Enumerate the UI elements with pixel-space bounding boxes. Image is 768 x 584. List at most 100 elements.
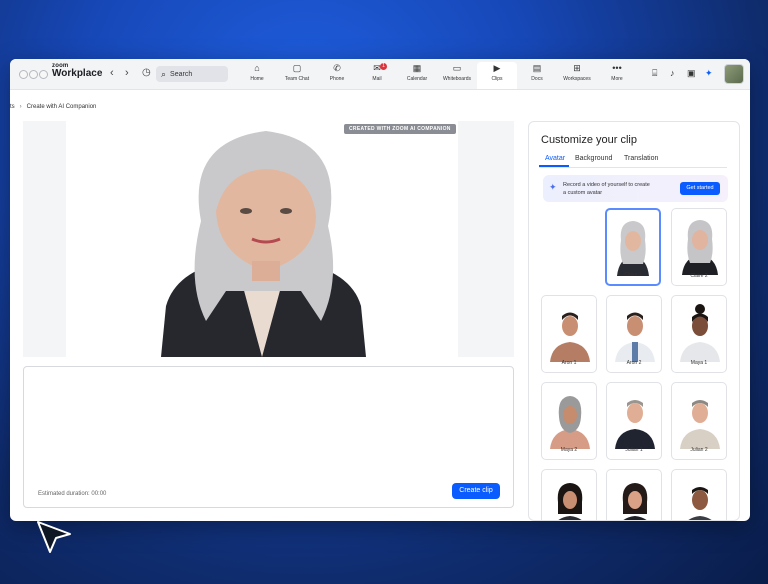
bell-icon[interactable]: ♪ bbox=[670, 68, 675, 78]
archive-icon[interactable]: ⌸ bbox=[652, 68, 657, 79]
avatar-card-11[interactable] bbox=[671, 469, 727, 520]
avatar-thumbnail bbox=[622, 483, 648, 520]
avatar-name: Claire 1 bbox=[624, 272, 642, 278]
screen-share-icon[interactable]: ▣ bbox=[687, 68, 696, 79]
avatar-name: Aron 2 bbox=[626, 360, 642, 366]
search-icon: ⌕ bbox=[161, 68, 167, 79]
tab-workspaces[interactable]: ⊞ Workspaces bbox=[557, 62, 597, 87]
avatar-card-julian-2[interactable]: Julian 2 bbox=[671, 382, 727, 460]
tab-clips[interactable]: ▶ Clips bbox=[477, 62, 517, 89]
clips-icon: ▶ bbox=[493, 63, 501, 73]
tab-calendar[interactable]: ▦ Calendar bbox=[397, 62, 437, 87]
avatar-card-maya-1[interactable]: Maya 1 bbox=[671, 295, 727, 373]
window-close-dot[interactable] bbox=[19, 70, 28, 79]
avatar-name: Julian 1 bbox=[625, 447, 643, 453]
history-icon[interactable]: ◷ bbox=[142, 67, 151, 78]
docs-icon: ▤ bbox=[532, 63, 542, 73]
tab-label: Home bbox=[250, 76, 264, 82]
window-minimize-dot[interactable] bbox=[29, 70, 38, 79]
whiteboard-icon: ▭ bbox=[452, 63, 462, 73]
avatar-card-10[interactable] bbox=[606, 469, 662, 520]
avatar-card-claire-2[interactable]: Claire 2 bbox=[671, 208, 727, 286]
tab-label: Clips bbox=[491, 76, 503, 82]
custom-avatar-promo: ✦ Record a video of yourself to create a… bbox=[543, 175, 728, 202]
tab-translation[interactable]: Translation bbox=[624, 155, 658, 162]
avatar-card-maya-2[interactable]: Maya 2 bbox=[541, 382, 597, 460]
tab-label: Workspaces bbox=[563, 76, 591, 82]
estimated-duration: Estimated duration: 00:00 bbox=[38, 491, 107, 497]
tab-divider bbox=[539, 167, 727, 168]
home-icon: ⌂ bbox=[254, 63, 260, 73]
avatar-preview bbox=[23, 121, 514, 357]
tab-label: Mail bbox=[372, 76, 382, 82]
tab-phone[interactable]: ✆ Phone bbox=[317, 62, 357, 87]
avatar-thumbnail bbox=[680, 400, 720, 449]
avatar-preview-portrait bbox=[161, 131, 366, 357]
create-clip-button[interactable]: Create clip bbox=[452, 483, 500, 499]
tab-avatar[interactable]: Avatar bbox=[545, 155, 565, 162]
logo-line2: Workplace bbox=[52, 68, 103, 79]
tab-docs[interactable]: ▤ Docs bbox=[517, 62, 557, 87]
tab-background[interactable]: Background bbox=[575, 155, 612, 162]
tab-label: Whiteboards bbox=[442, 76, 472, 82]
forward-arrow-icon[interactable]: › bbox=[125, 67, 129, 79]
avatar-thumbnail bbox=[688, 487, 712, 520]
avatar-thumbnail bbox=[615, 400, 655, 449]
ai-watermark-badge: CREATED WITH ZOOM AI COMPANION bbox=[344, 124, 456, 134]
tab-mail[interactable]: ✉ 1 Mail bbox=[357, 62, 397, 87]
breadcrumb-separator: › bbox=[19, 104, 22, 110]
customize-panel: Customize your clip Avatar Background Tr… bbox=[528, 121, 740, 521]
avatar-name: Claire 2 bbox=[690, 273, 708, 279]
avatar-card-aron-1[interactable]: Aron 1 bbox=[541, 295, 597, 373]
avatar-thumbnail bbox=[615, 312, 655, 362]
tab-more[interactable]: ••• More bbox=[597, 62, 637, 87]
window-maximize-dot[interactable] bbox=[39, 70, 48, 79]
tab-label: More bbox=[611, 76, 623, 82]
sparkle-icon: ✦ bbox=[549, 182, 557, 192]
tab-label: Team Chat bbox=[284, 76, 310, 82]
avatar-thumbnail bbox=[550, 312, 590, 362]
mouse-cursor-icon bbox=[37, 521, 71, 553]
search-placeholder: Search bbox=[170, 70, 193, 78]
calendar-icon: ▦ bbox=[412, 63, 422, 73]
chat-icon: ▢ bbox=[292, 63, 302, 73]
more-icon: ••• bbox=[612, 63, 622, 73]
preview-canvas bbox=[66, 121, 458, 357]
breadcrumb-prev[interactable]: ts bbox=[10, 104, 15, 110]
ai-companion-icon[interactable]: ✦ bbox=[705, 68, 713, 79]
promo-text: Record a video of yourself to create a c… bbox=[563, 182, 650, 196]
search-input[interactable]: ⌕ Search bbox=[156, 66, 228, 82]
user-avatar[interactable] bbox=[724, 64, 744, 84]
tab-team-chat[interactable]: ▢ Team Chat bbox=[277, 62, 317, 87]
tab-whiteboards[interactable]: ▭ Whiteboards bbox=[437, 62, 477, 87]
avatar-thumbnail bbox=[680, 304, 720, 362]
panel-title: Customize your clip bbox=[541, 134, 637, 146]
script-input[interactable]: Estimated duration: 00:00 Create clip bbox=[23, 366, 514, 508]
avatar-name: Julian 2 bbox=[690, 447, 708, 453]
get-started-button[interactable]: Get started bbox=[680, 182, 720, 195]
avatar-name: Maya 2 bbox=[560, 447, 578, 453]
breadcrumb-current: Create with AI Companion bbox=[26, 104, 97, 110]
zoom-window: zoom Workplace ‹ › ◷ ⌕ Search ⌂ Home ▢ T… bbox=[10, 59, 750, 521]
avatar-card-julian-1[interactable]: Julian 1 bbox=[606, 382, 662, 460]
avatar-card-9[interactable] bbox=[541, 469, 597, 520]
avatar-thumbnail bbox=[550, 396, 590, 449]
avatar-name: Maya 1 bbox=[690, 360, 708, 366]
workspaces-icon: ⊞ bbox=[573, 63, 581, 73]
avatar-thumbnail bbox=[557, 483, 583, 520]
mail-icon: ✉ bbox=[373, 63, 381, 73]
zoom-logo: zoom Workplace bbox=[52, 63, 102, 79]
avatar-thumbnail bbox=[617, 221, 649, 276]
tab-label: Phone bbox=[329, 76, 345, 82]
avatar-thumbnail bbox=[682, 220, 718, 275]
breadcrumb: ts › Create with AI Companion bbox=[10, 104, 96, 110]
tab-home[interactable]: ⌂ Home bbox=[237, 62, 277, 87]
active-tab-indicator bbox=[539, 165, 569, 167]
tab-label: Docs bbox=[531, 76, 543, 82]
avatar-card-claire-1[interactable]: Claire 1 bbox=[605, 208, 661, 286]
back-arrow-icon[interactable]: ‹ bbox=[110, 67, 114, 79]
top-bar: zoom Workplace ‹ › ◷ ⌕ Search ⌂ Home ▢ T… bbox=[10, 59, 750, 90]
avatar-card-aron-2[interactable]: Aron 2 bbox=[606, 295, 662, 373]
avatar-name: Aron 1 bbox=[561, 360, 577, 366]
phone-icon: ✆ bbox=[333, 63, 341, 73]
